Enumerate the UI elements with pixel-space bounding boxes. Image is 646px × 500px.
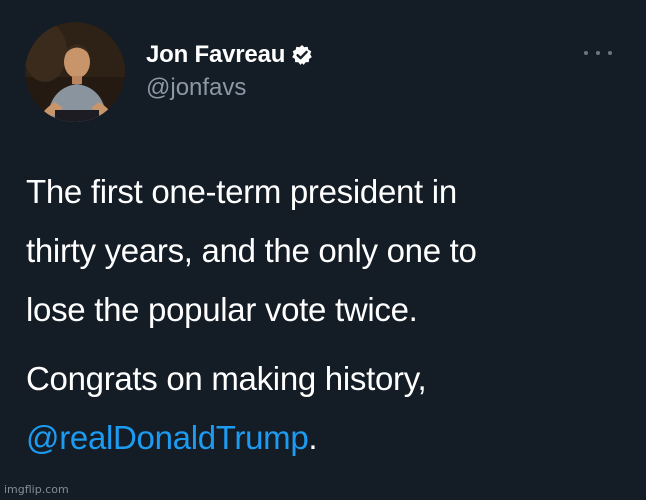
verified-badge-icon — [291, 44, 313, 66]
tweet-line: lose the popular vote twice. — [26, 291, 418, 328]
mention-link[interactable]: @realDonaldTrump — [26, 419, 309, 456]
trailing-punctuation: . — [308, 419, 318, 456]
tweet-card: Jon Favreau @jonfavs The first one-term … — [0, 0, 646, 500]
more-dot — [596, 51, 600, 55]
tweet-body: The first one-term president in thirty y… — [26, 162, 606, 467]
more-options-icon[interactable] — [584, 46, 612, 60]
author-handle[interactable]: @jonfavs — [146, 74, 313, 102]
profile-photo-icon — [25, 22, 125, 122]
watermark: imgflip.com — [4, 483, 69, 496]
more-dot — [608, 51, 612, 55]
avatar[interactable] — [25, 22, 125, 122]
author-identity: Jon Favreau @jonfavs — [146, 39, 313, 102]
tweet-paragraph: The first one-term president in thirty y… — [26, 162, 606, 339]
display-name[interactable]: Jon Favreau — [146, 41, 285, 69]
tweet-paragraph: Congrats on making history, @realDonaldT… — [26, 349, 606, 467]
tweet-header: Jon Favreau @jonfavs — [25, 22, 626, 122]
tweet-line: Congrats on making history, — [26, 360, 427, 397]
more-dot — [584, 51, 588, 55]
name-row: Jon Favreau — [146, 39, 313, 70]
tweet-line: thirty years, and the only one to — [26, 232, 477, 269]
tweet-line: The first one-term president in — [26, 173, 457, 210]
tweet-line: @realDonaldTrump. — [26, 408, 606, 467]
